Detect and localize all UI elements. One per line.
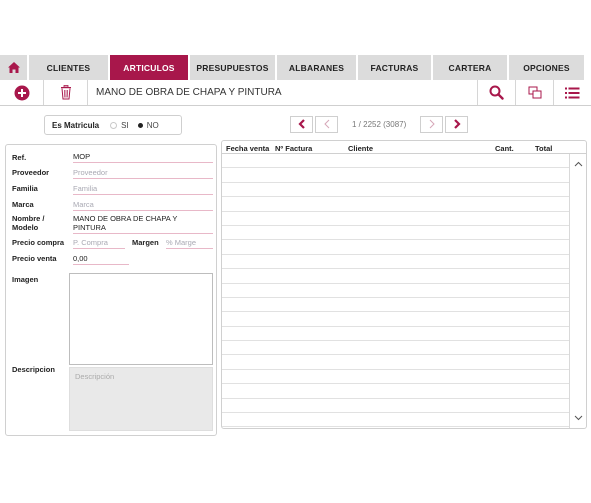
table-body [222, 154, 570, 428]
ref-label: Ref. [12, 153, 27, 162]
image-dropzone[interactable] [69, 273, 213, 365]
table-row [222, 154, 570, 169]
page-indicator: 1 / 2252 (3087) [352, 119, 407, 129]
toolbar: MANO DE OBRA DE CHAPA Y PINTURA [0, 80, 591, 106]
table-scrollbar[interactable] [569, 154, 586, 428]
table-row [222, 341, 570, 356]
duplicate-button[interactable] [515, 80, 553, 105]
article-form: Ref. MOP Proveedor Proveedor Familia Fam… [5, 144, 217, 436]
chevron-up-icon [574, 161, 582, 167]
col-total[interactable]: Total [535, 144, 552, 153]
table-row [222, 226, 570, 241]
table-row [222, 298, 570, 313]
add-icon [14, 85, 29, 100]
main-nav: CLIENTES ARTICULOS PRESUPUESTOS ALBARANE… [0, 55, 591, 80]
last-page-button[interactable] [445, 115, 469, 133]
tab-facturas[interactable]: FACTURAS [358, 55, 431, 80]
margen-label: Margen [132, 238, 159, 247]
list-icon [565, 87, 580, 98]
home-button[interactable] [0, 55, 27, 80]
precio-venta-label: Precio venta [12, 254, 57, 263]
table-row [222, 399, 570, 414]
nombre-field[interactable]: MANO DE OBRA DE CHAPA Y PINTURA [73, 214, 213, 234]
search-button[interactable] [477, 80, 515, 105]
radio-si[interactable]: SI [110, 121, 129, 130]
nombre-label-line1: Nombre / [12, 214, 45, 223]
table-row [222, 212, 570, 226]
tab-opciones[interactable]: OPCIONES [509, 55, 584, 80]
nombre-value-line1: MANO DE OBRA DE CHAPA Y [73, 214, 178, 223]
ref-field[interactable]: MOP [73, 152, 213, 163]
proveedor-label: Proveedor [12, 168, 50, 177]
precio-venta-field[interactable]: 0,00 [73, 254, 129, 265]
tab-clientes[interactable]: CLIENTES [29, 55, 108, 80]
descripcion-textarea[interactable]: Descripción [69, 367, 213, 431]
chevron-right-bold-icon [453, 119, 461, 129]
tab-articulos[interactable]: ARTICULOS [110, 55, 188, 80]
radio-no[interactable]: NO [137, 120, 159, 130]
nombre-label-line2: Modelo [12, 223, 39, 232]
trash-icon [60, 85, 71, 100]
chevron-left-bold-icon [297, 119, 305, 129]
radio-no-label: NO [146, 120, 159, 130]
sales-table: Fecha venta Nº Factura Cliente Cant. Tot… [221, 140, 587, 429]
nombre-value-line2: PINTURA [73, 223, 106, 232]
scroll-up-button[interactable] [570, 156, 586, 172]
pager: 1 / 2252 (3087) [290, 115, 469, 133]
table-row [222, 370, 570, 385]
col-cliente[interactable]: Cliente [348, 144, 373, 153]
tab-albaranes[interactable]: ALBARANES [277, 55, 356, 80]
table-row [222, 197, 570, 212]
table-row [222, 183, 570, 198]
col-cantidad[interactable]: Cant. [495, 144, 514, 153]
matricula-selector: Es Matricula SI NO [44, 115, 182, 135]
table-row [222, 240, 570, 255]
next-page-button[interactable] [420, 115, 444, 133]
chevron-left-icon [323, 119, 329, 129]
table-row [222, 355, 570, 370]
proveedor-field[interactable]: Proveedor [73, 168, 213, 179]
scroll-down-button[interactable] [570, 410, 586, 426]
col-fecha-venta[interactable]: Fecha venta [226, 144, 269, 153]
col-numero-factura[interactable]: Nº Factura [275, 144, 312, 153]
nombre-label: Nombre / Modelo [12, 214, 45, 232]
marca-label: Marca [12, 200, 34, 209]
precio-compra-label: Precio compra [12, 238, 65, 247]
chevron-down-icon [574, 415, 582, 421]
duplicate-icon [528, 86, 541, 99]
table-row [222, 284, 570, 298]
tab-cartera[interactable]: CARTERA [433, 55, 507, 80]
home-icon [7, 62, 20, 73]
radio-si-label: SI [121, 120, 129, 130]
marca-field[interactable]: Marca [73, 200, 213, 211]
radio-si-dot [110, 121, 118, 129]
search-icon [489, 85, 504, 100]
table-row [222, 168, 570, 183]
add-button[interactable] [0, 80, 44, 105]
prev-page-button[interactable] [315, 115, 338, 133]
table-row [222, 384, 570, 399]
table-row [222, 327, 570, 342]
familia-label: Familia [12, 184, 38, 193]
radio-no-dot [137, 122, 143, 128]
descripcion-label: Descripcion [12, 365, 55, 374]
matricula-label: Es Matricula [52, 120, 100, 130]
article-title: MANO DE OBRA DE CHAPA Y PINTURA [96, 87, 282, 98]
list-button[interactable] [553, 80, 591, 105]
familia-field[interactable]: Familia [73, 184, 213, 195]
table-row [222, 413, 570, 428]
chevron-right-icon [429, 119, 435, 129]
table-header: Fecha venta Nº Factura Cliente Cant. Tot… [222, 141, 586, 154]
table-row [222, 255, 570, 270]
tab-presupuestos[interactable]: PRESUPUESTOS [190, 55, 275, 80]
table-row [222, 312, 570, 327]
table-row [222, 269, 570, 284]
delete-button[interactable] [44, 80, 88, 105]
precio-compra-field[interactable]: P. Compra [73, 238, 125, 249]
first-page-button[interactable] [290, 115, 313, 133]
margen-field[interactable]: % Marge [166, 238, 213, 249]
imagen-label: Imagen [12, 275, 39, 284]
